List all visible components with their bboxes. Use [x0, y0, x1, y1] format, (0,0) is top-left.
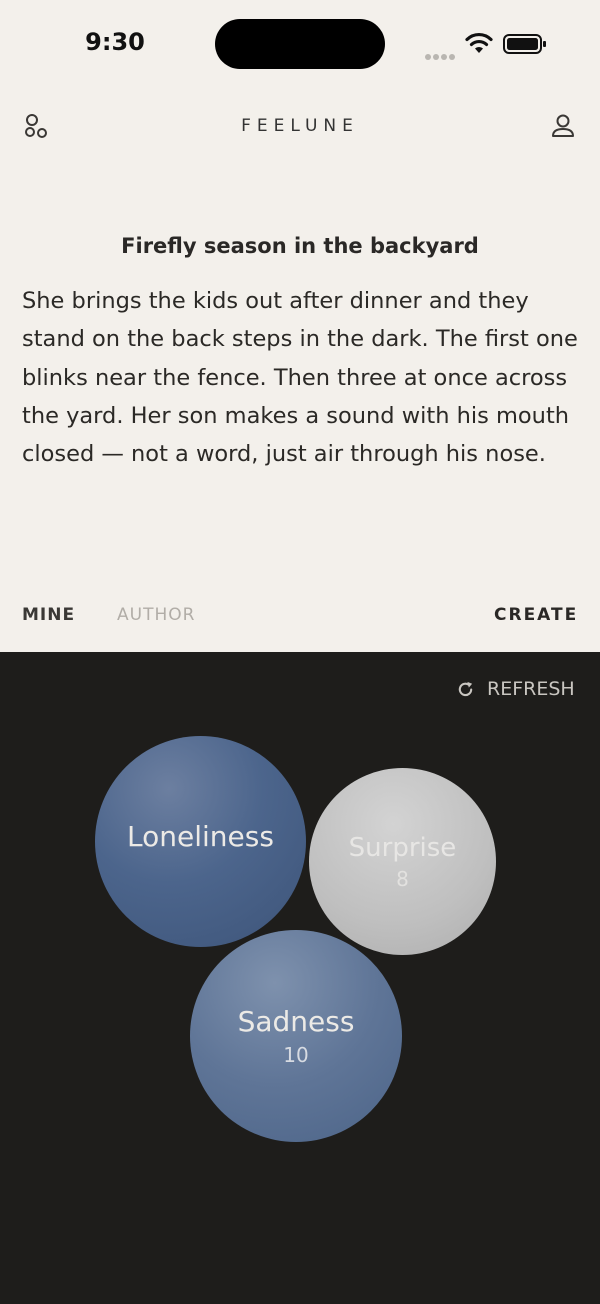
app-brand: FEELUNE	[241, 116, 359, 136]
story-panel: 9:30 FEELUNE Firefly season in the backy…	[0, 0, 600, 652]
bubble-count: 8	[396, 866, 409, 891]
wifi-icon	[465, 32, 493, 53]
status-time: 9:30	[85, 28, 145, 56]
emotion-bubble-sadness[interactable]: Sadness 10	[190, 930, 402, 1142]
create-button[interactable]: CREATE	[494, 605, 578, 625]
bubble-name: Loneliness	[127, 819, 274, 853]
profile-icon[interactable]	[550, 112, 576, 145]
dynamic-island	[215, 19, 385, 69]
cellular-signal-icon	[425, 47, 457, 65]
emotion-bubble-loneliness[interactable]: Loneliness	[95, 736, 306, 947]
battery-icon	[503, 34, 546, 54]
refresh-label: REFRESH	[487, 678, 575, 700]
bubble-name: Sadness	[237, 1005, 355, 1038]
emotion-bubble-surprise[interactable]: Surprise 8	[309, 768, 496, 955]
bubble-name: Surprise	[348, 832, 457, 863]
refresh-icon	[458, 681, 473, 696]
story-title: Firefly season in the backyard	[121, 234, 479, 258]
tab-author[interactable]: AUTHOR	[117, 605, 195, 625]
tab-mine[interactable]: MINE	[22, 605, 75, 625]
bubble-count: 10	[283, 1043, 309, 1067]
refresh-button[interactable]: REFRESH	[456, 678, 575, 700]
story-body: She brings the kids out after dinner and…	[22, 288, 578, 468]
